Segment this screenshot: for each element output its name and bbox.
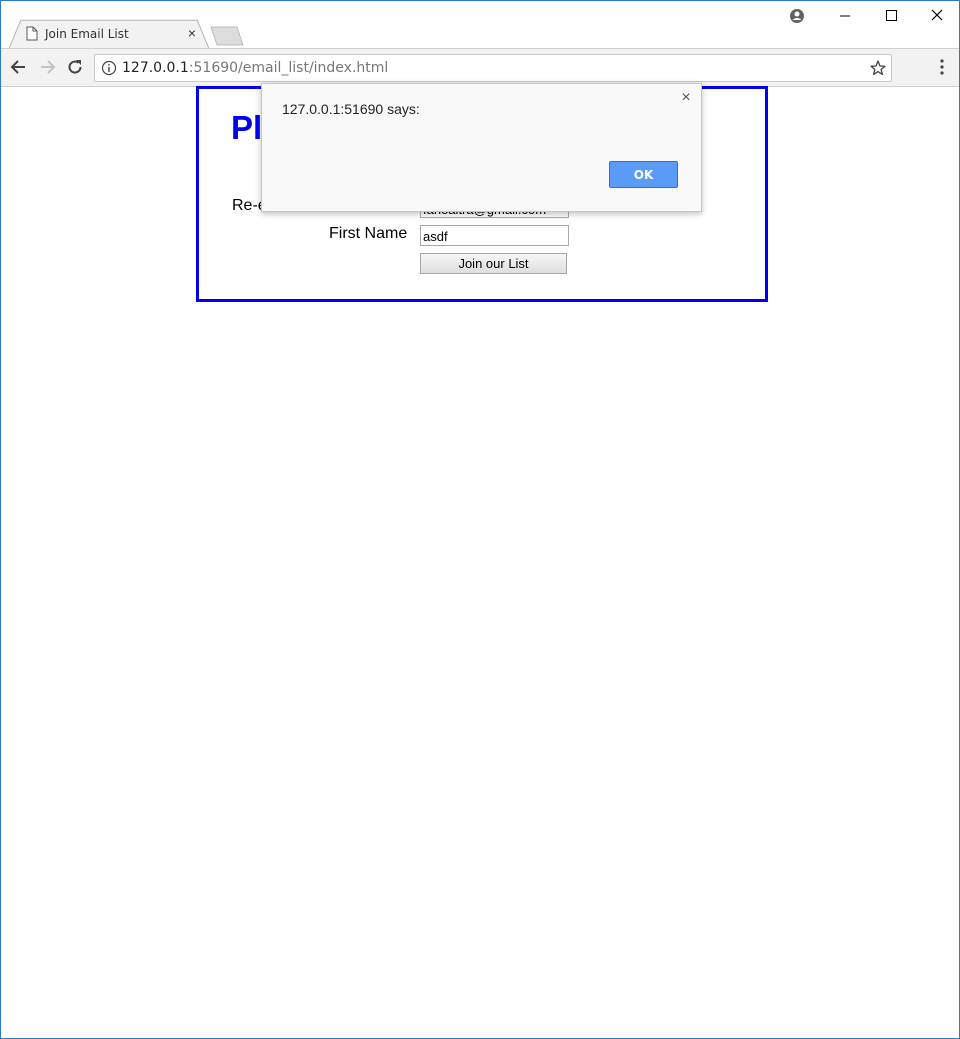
ok-button[interactable]: OK <box>609 161 678 188</box>
browser-window: Join Email List × 127.0.0.1:51690/email_… <box>0 0 960 1039</box>
reload-icon[interactable] <box>65 57 85 77</box>
new-tab-button[interactable] <box>209 26 245 46</box>
info-icon[interactable] <box>101 60 117 76</box>
dialog-close-icon[interactable]: × <box>678 90 694 106</box>
maximize-icon[interactable] <box>877 5 905 27</box>
url-host: 127.0.0.1 <box>122 60 189 76</box>
alert-dialog: 127.0.0.1:51690 says: × OK <box>261 83 702 212</box>
bookmark-star-icon[interactable] <box>869 59 887 77</box>
first-name-input[interactable]: asdf <box>420 225 569 246</box>
tab-strip: Join Email List × <box>1 1 959 49</box>
close-window-icon[interactable] <box>923 5 951 27</box>
page-icon <box>26 26 38 41</box>
dialog-message: 127.0.0.1:51690 says: <box>282 101 420 117</box>
profile-icon[interactable] <box>783 5 811 27</box>
url-text: 127.0.0.1:51690/email_list/index.html <box>122 60 388 76</box>
join-list-button[interactable]: Join our List <box>420 253 567 274</box>
minimize-icon[interactable] <box>831 5 859 27</box>
page-heading: Pl <box>231 109 263 146</box>
browser-toolbar: 127.0.0.1:51690/email_list/index.html <box>1 48 959 87</box>
forward-arrow-icon[interactable] <box>37 57 57 77</box>
back-arrow-icon[interactable] <box>9 57 29 77</box>
url-path: :51690/email_list/index.html <box>188 60 389 76</box>
kebab-menu-icon[interactable] <box>934 58 950 76</box>
tab-title: Join Email List <box>45 27 129 41</box>
address-bar[interactable]: 127.0.0.1:51690/email_list/index.html <box>94 54 892 82</box>
first-name-label: First Name <box>329 225 408 242</box>
tab-close-icon[interactable]: × <box>185 26 199 40</box>
